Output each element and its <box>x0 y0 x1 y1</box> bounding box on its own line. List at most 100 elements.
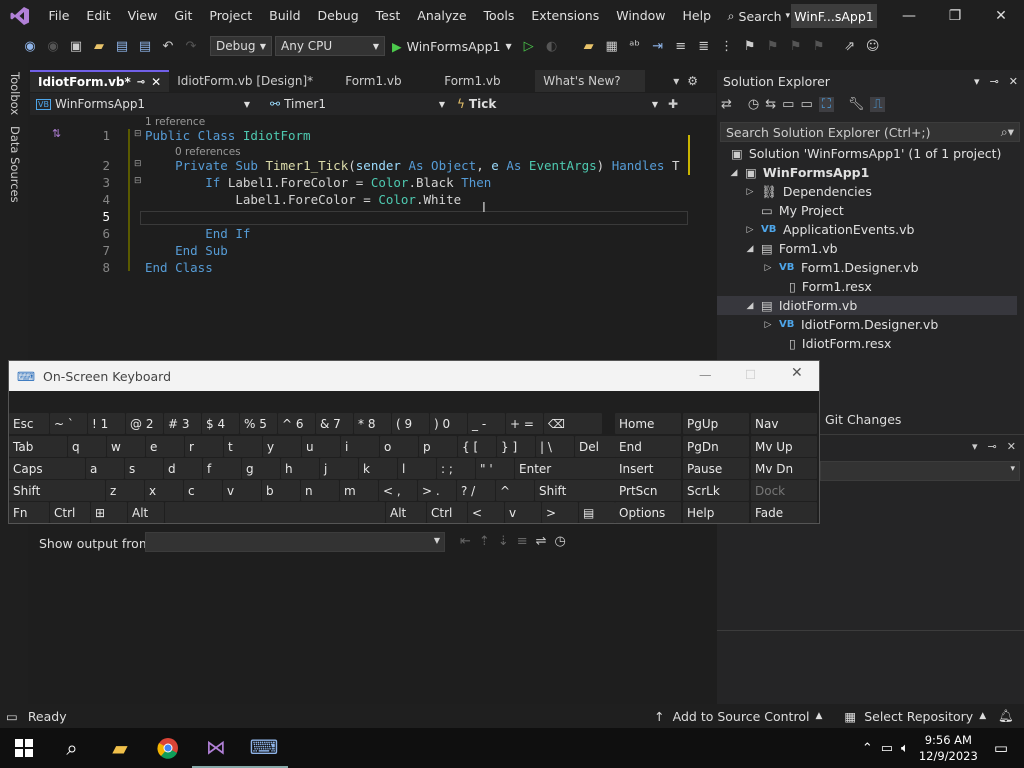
maximize-icon[interactable]: ☐ <box>745 367 756 382</box>
minimize-icon[interactable]: — <box>699 367 712 382</box>
tree-form1-vb[interactable]: ◢ ▤ Form1.vb <box>745 239 838 258</box>
key[interactable]: z <box>106 480 144 501</box>
split-icon[interactable]: ✚ <box>668 97 678 111</box>
key[interactable]: Nav <box>751 413 817 434</box>
key[interactable]: k <box>359 458 397 479</box>
add-source-control-button[interactable]: Add to Source Control <box>673 709 810 724</box>
key[interactable]: q <box>68 436 106 457</box>
maximize-icon[interactable]: ❐ <box>932 0 978 32</box>
tree-solution[interactable]: ▣ Solution 'WinFormsApp1' (1 of 1 projec… <box>731 144 1001 163</box>
save-icon[interactable]: ▤ <box>112 36 132 56</box>
preview-icon[interactable]: ⎍ <box>870 97 886 112</box>
back-icon[interactable]: ◉ <box>20 36 40 56</box>
tab-whats-new[interactable]: What's New? <box>535 70 646 92</box>
close-icon[interactable]: ✕ <box>978 0 1024 32</box>
tree-idiotform-designer[interactable]: ▷ VB IdiotForm.Designer.vb <box>763 315 939 334</box>
data-sources-tab[interactable]: Data Sources <box>8 126 22 203</box>
prev-message-icon[interactable]: ⇡ <box>479 534 490 549</box>
close-icon[interactable]: ✕ <box>1009 75 1018 88</box>
collapsed-arrow-icon[interactable]: ▷ <box>763 320 773 330</box>
key[interactable]: v <box>505 502 541 523</box>
clock[interactable]: 9:56 AM 12/9/2023 <box>919 732 978 764</box>
key[interactable]: r <box>185 436 223 457</box>
notifications-icon[interactable]: ▭ <box>994 739 1008 757</box>
feedback-icon[interactable]: ☺ <box>863 36 883 56</box>
pin-icon[interactable]: ⊸ <box>988 440 997 453</box>
key[interactable] <box>165 502 385 523</box>
menu-git[interactable]: Git <box>166 0 201 32</box>
filter-icon[interactable]: ⛶ <box>818 97 834 112</box>
key[interactable]: Insert <box>615 458 681 479</box>
menu-file[interactable]: File <box>40 0 78 32</box>
key[interactable]: ▤ <box>579 502 615 523</box>
next-bookmark-icon[interactable]: ⚑ <box>786 36 806 56</box>
tree-idiotform-resx[interactable]: ▯ IdiotForm.resx <box>789 334 891 353</box>
tab-form1-vb-2[interactable]: Form1.vb <box>436 70 535 92</box>
visual-studio-taskbar-icon[interactable]: ⋈ <box>192 728 240 768</box>
menu-view[interactable]: View <box>119 0 166 32</box>
key[interactable]: < <box>468 502 504 523</box>
key[interactable]: d <box>164 458 202 479</box>
key[interactable]: End <box>615 436 681 457</box>
show-all-files-icon[interactable]: ▭ <box>800 97 812 112</box>
bookmark-icon[interactable]: ⚑ <box>740 36 760 56</box>
key[interactable]: ^ <box>496 480 534 501</box>
key[interactable]: * 8 <box>354 413 391 434</box>
key[interactable]: : ; <box>437 458 475 479</box>
tree-application-events[interactable]: ▷ VB ApplicationEvents.vb <box>745 220 915 239</box>
save-all-icon[interactable]: ▤ <box>135 36 155 56</box>
redo-icon[interactable]: ↷ <box>181 36 201 56</box>
settings-gear-icon[interactable]: ⚙ <box>687 70 698 92</box>
menu-analyze[interactable]: Analyze <box>409 0 475 32</box>
key[interactable]: $ 4 <box>202 413 239 434</box>
search-button[interactable]: ⌕ Search ▾ <box>728 8 791 24</box>
spellcheck-icon[interactable]: ᵃᵇ <box>625 36 645 56</box>
key[interactable]: ) 0 <box>430 413 467 434</box>
key[interactable]: Ctrl <box>427 502 467 523</box>
taskbar-search-icon[interactable]: ⌕ <box>48 728 96 768</box>
key[interactable]: & 7 <box>316 413 353 434</box>
forward-icon[interactable]: ◉ <box>43 36 63 56</box>
project-title-badge[interactable]: WinF...sApp1 <box>791 4 877 28</box>
tab-overflow-icon[interactable]: ▾ <box>665 70 687 92</box>
key[interactable]: ( 9 <box>392 413 429 434</box>
clear-all-icon[interactable]: ≡ <box>517 534 528 549</box>
notification-bell-icon[interactable]: 🔔︎ <box>998 708 1014 724</box>
expanded-arrow-icon[interactable]: ◢ <box>745 301 755 311</box>
tree-form1-designer[interactable]: ▷ VB Form1.Designer.vb <box>763 258 919 277</box>
uncomment-icon[interactable]: ⋮ <box>717 36 737 56</box>
osk-taskbar-icon[interactable]: ⌨ <box>240 728 288 768</box>
key[interactable]: c <box>184 480 222 501</box>
platform-dropdown[interactable]: Any CPU ▼ <box>275 36 385 56</box>
git-changes-tab[interactable]: Git Changes <box>825 412 901 427</box>
tree-idiotform-vb[interactable]: ◢ ▤ IdiotForm.vb <box>717 296 1017 315</box>
goto-location-icon[interactable]: ⇤ <box>460 534 471 549</box>
key[interactable]: Mv Dn <box>751 458 817 479</box>
key[interactable]: Ctrl <box>50 502 90 523</box>
tab-form1-vb[interactable]: Form1.vb <box>337 70 436 92</box>
key[interactable]: ⌫ <box>544 413 602 434</box>
menu-debug[interactable]: Debug <box>309 0 367 32</box>
key[interactable]: " ' <box>476 458 514 479</box>
file-explorer-icon[interactable]: ▰ <box>96 728 144 768</box>
volume-icon[interactable]: 🔈︎ <box>901 741 909 756</box>
clear-bookmarks-icon[interactable]: ⚑ <box>809 36 829 56</box>
timestamp-icon[interactable]: ◷ <box>555 534 566 549</box>
menu-extensions[interactable]: Extensions <box>523 0 608 32</box>
collapse-all-icon[interactable]: ▭ <box>782 97 794 112</box>
key[interactable]: x <box>145 480 183 501</box>
menu-edit[interactable]: Edit <box>78 0 119 32</box>
code-editor[interactable]: ⇅ 1 reference 0 references 1 2 3 4 5 6 7… <box>30 115 716 360</box>
key[interactable]: Tab <box>9 436 67 457</box>
key[interactable]: > . <box>418 480 456 501</box>
output-source-dropdown[interactable]: ▼ <box>145 532 445 552</box>
close-icon[interactable]: ✕ <box>151 75 161 89</box>
key[interactable]: y <box>263 436 301 457</box>
key[interactable]: a <box>86 458 124 479</box>
menu-help[interactable]: Help <box>674 0 720 32</box>
share-icon[interactable]: ⇗ <box>840 36 860 56</box>
solution-search-input[interactable]: Search Solution Explorer (Ctrl+;) ⌕▾ <box>720 122 1020 142</box>
tree-my-project[interactable]: ▭ My Project <box>761 201 844 220</box>
key[interactable]: p <box>419 436 457 457</box>
collapsed-arrow-icon[interactable]: ▷ <box>745 225 755 235</box>
